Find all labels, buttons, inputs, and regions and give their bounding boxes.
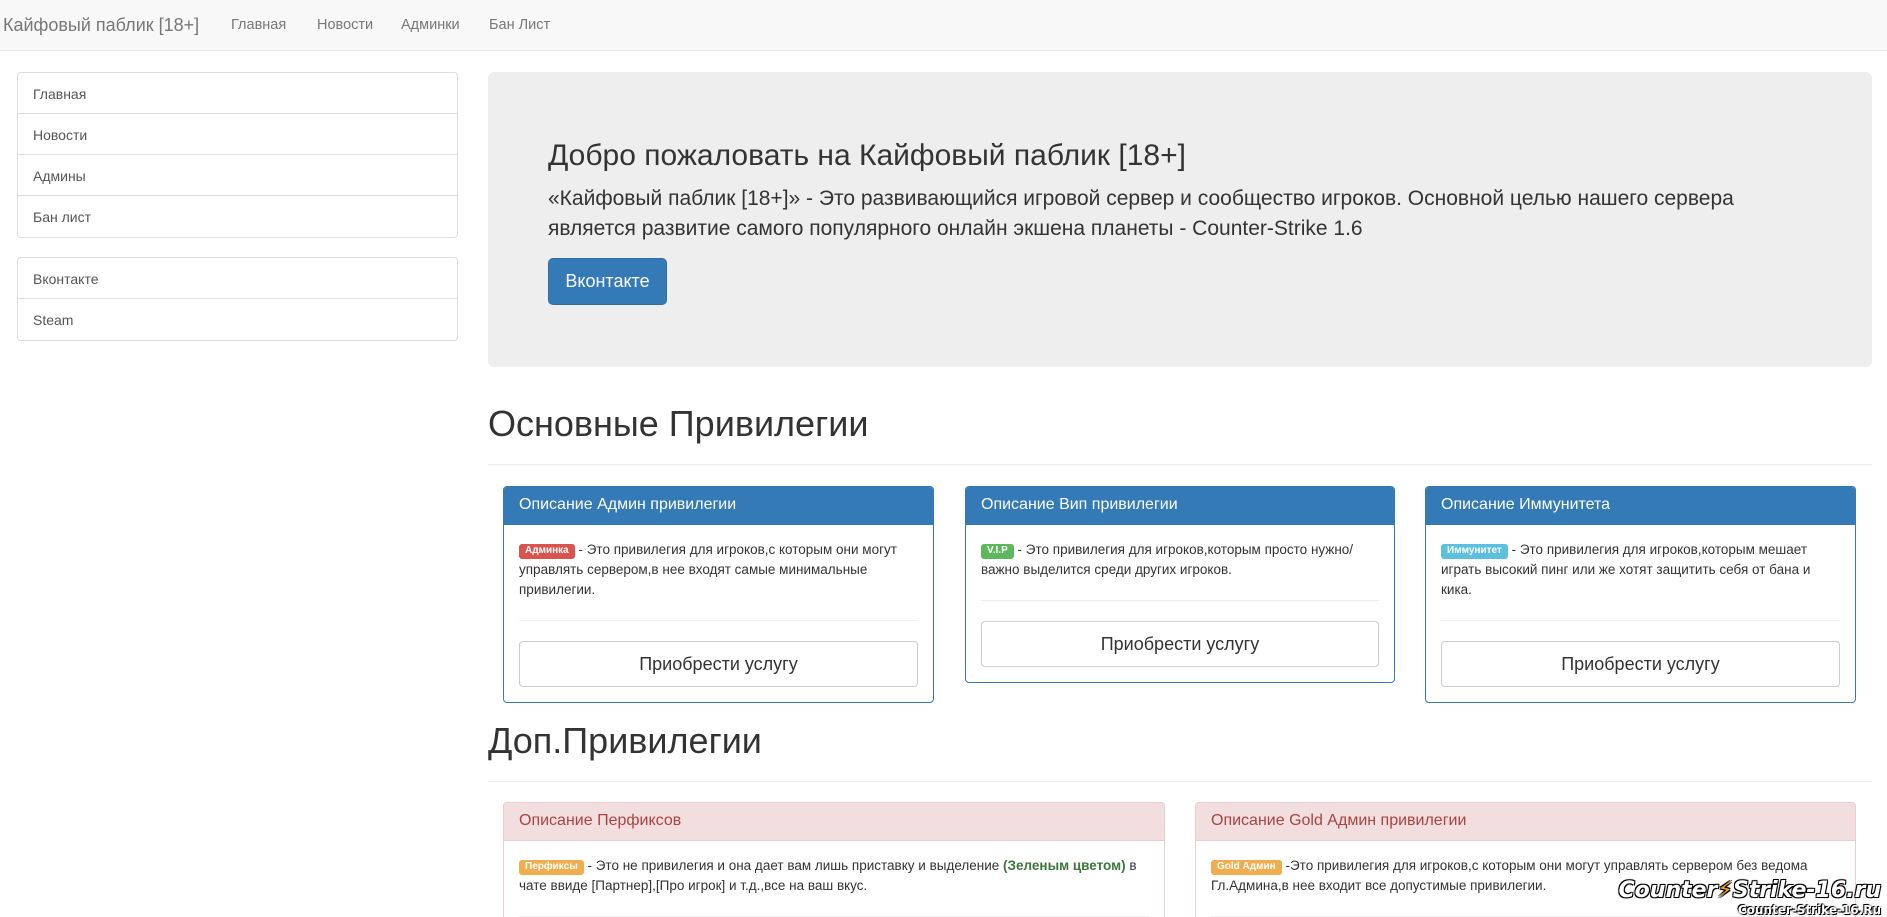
sidebar-item-banlist[interactable]: Бан лист	[18, 196, 457, 237]
nav-link-admins[interactable]: Админки	[401, 17, 460, 33]
vip-privilege-panel: Описание Вип привилегии V.I.P - Это прив…	[965, 486, 1395, 683]
sidebar-item-vkontakte[interactable]: Вконтакте	[18, 258, 457, 299]
sidebar-social: Вконтакте Steam	[17, 257, 458, 341]
badge-immunity: Иммунитет	[1441, 544, 1508, 559]
panel-description: Админка - Это привилегия для игроков,с к…	[519, 542, 897, 597]
watermark-url: Counter-Strike-16.Ru	[1737, 903, 1881, 917]
sidebar-item-home[interactable]: Главная	[18, 73, 457, 114]
panel-description: V.I.P - Это привилегия для игроков,котор…	[981, 542, 1354, 577]
welcome-jumbotron: Добро пожаловать на Кайфовый паблик [18+…	[488, 72, 1872, 367]
badge-vip: V.I.P	[981, 544, 1014, 559]
badge-admin: Админка	[519, 544, 575, 559]
site-watermark: Counter⚡Strike-16.ru Counter-Strike-16.R…	[1619, 879, 1881, 917]
nav-link-home[interactable]: Главная	[231, 17, 286, 33]
nav-link-news[interactable]: Новости	[317, 17, 373, 33]
panel-title: Описание Вип привилегии	[966, 487, 1394, 525]
nav-link-banlist[interactable]: Бан Лист	[489, 17, 550, 33]
badge-prefix: Перфиксы	[519, 860, 584, 875]
sidebar-menu: Главная Новости Админы Бан лист	[17, 72, 458, 238]
main-privileges-heading: Основные Привилегии	[488, 403, 869, 444]
immunity-privilege-panel: Описание Иммунитета Иммунитет - Это прив…	[1425, 486, 1856, 703]
divider	[488, 781, 1872, 782]
badge-gold-admin: Gold Админ	[1211, 860, 1282, 875]
prefix-privilege-panel: Описание Перфиксов Перфиксы - Это не при…	[503, 802, 1165, 917]
welcome-title: Добро пожаловать на Кайфовый паблик [18+…	[548, 139, 1186, 172]
buy-service-button[interactable]: Приобрести услугу	[1441, 641, 1840, 687]
panel-title: Описание Админ привилегии	[504, 487, 933, 525]
panel-title: Описание Gold Админ привилегии	[1196, 803, 1855, 841]
extra-privileges-heading: Доп.Привилегии	[488, 720, 762, 761]
panel-title: Описание Перфиксов	[504, 803, 1164, 841]
watermark-logo: Counter⚡Strike-16.ru	[1618, 878, 1881, 903]
top-navbar: Кайфовый паблик [18+] Главная Новости Ад…	[0, 0, 1887, 51]
buy-service-button[interactable]: Приобрести услугу	[981, 621, 1379, 667]
sidebar-item-news[interactable]: Новости	[18, 114, 457, 155]
sidebar-item-steam[interactable]: Steam	[18, 299, 457, 340]
admin-privilege-panel: Описание Админ привилегии Админка - Это …	[503, 486, 934, 703]
panel-description: Иммунитет - Это привилегия для игроков,к…	[1441, 542, 1811, 597]
navbar-brand[interactable]: Кайфовый паблик [18+]	[3, 15, 199, 36]
divider	[488, 464, 1872, 465]
panel-title: Описание Иммунитета	[1426, 487, 1855, 525]
vkontakte-button[interactable]: Вконтакте	[548, 258, 667, 305]
sidebar-item-admins[interactable]: Админы	[18, 155, 457, 196]
panel-description: Перфиксы - Это не привилегия и она дает …	[519, 858, 1137, 893]
welcome-text: «Кайфовый паблик [18+]» - Это развивающи…	[548, 187, 1734, 240]
buy-service-button[interactable]: Приобрести услугу	[519, 641, 918, 687]
